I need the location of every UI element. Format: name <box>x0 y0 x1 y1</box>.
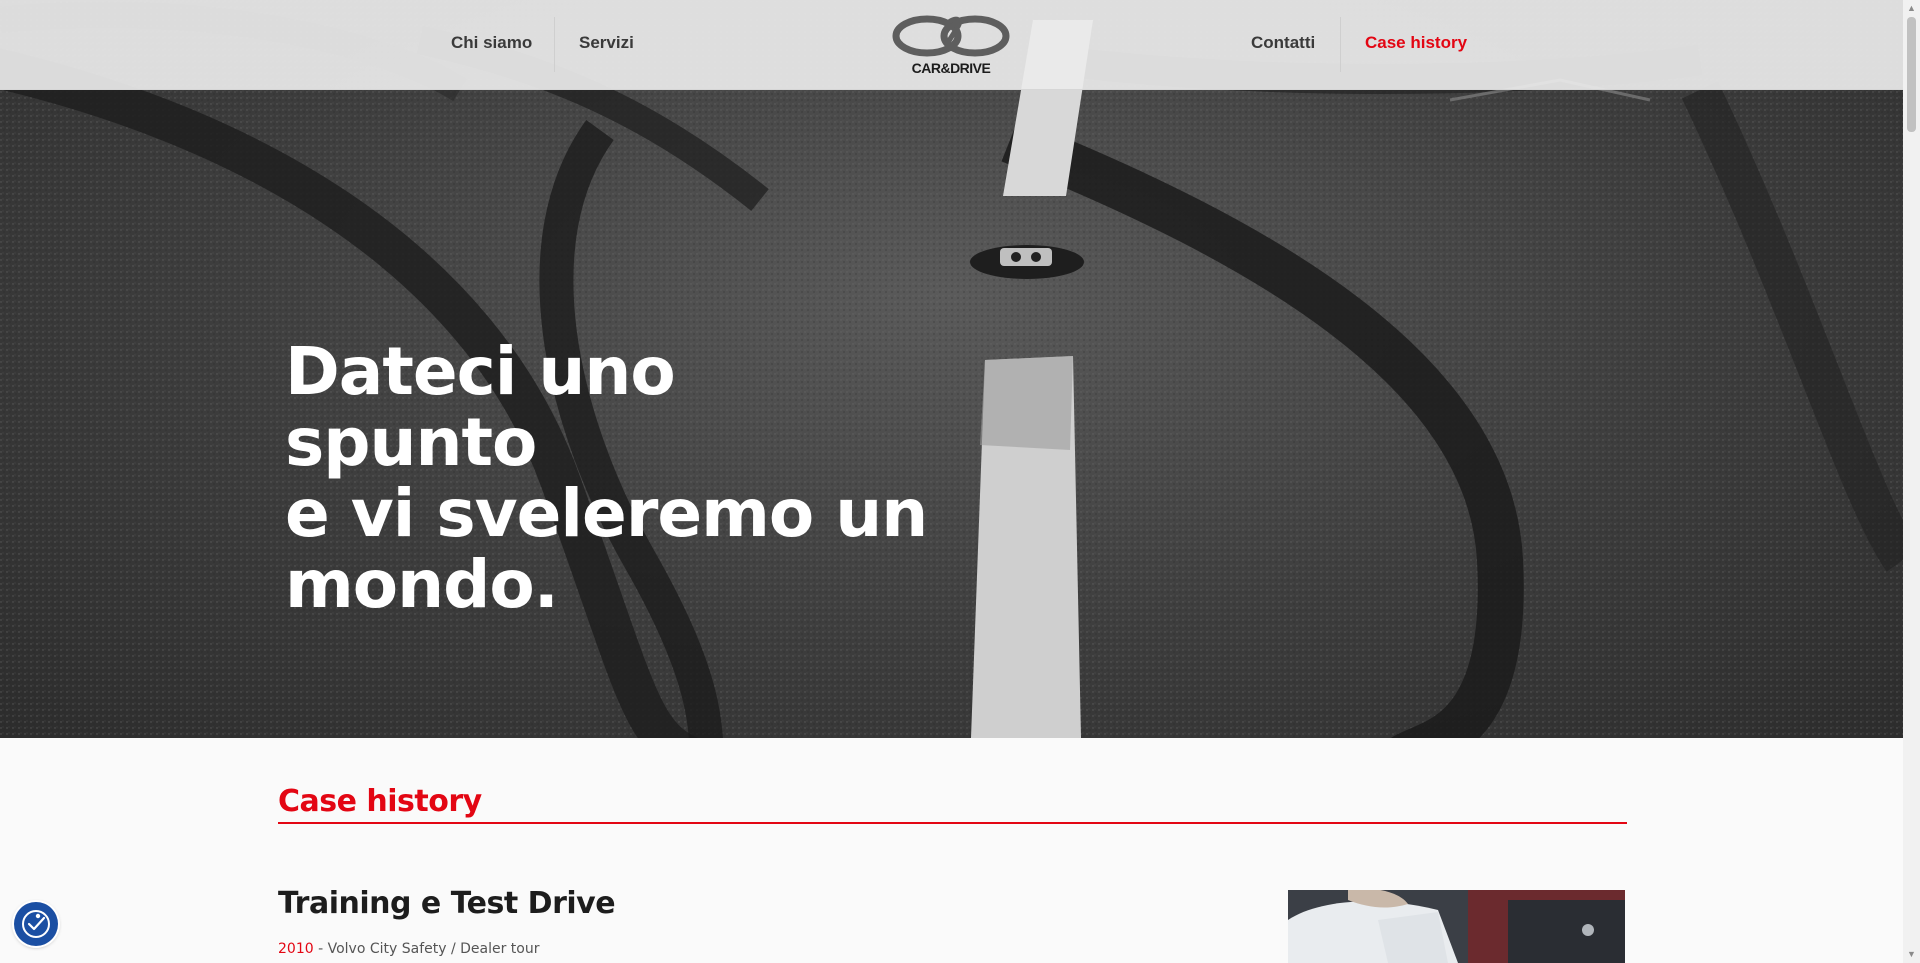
accessibility-icon <box>22 910 50 938</box>
site-header: Chi siamo Servizi CAR&DRIVE Contatti Cas… <box>0 0 1903 90</box>
site-logo[interactable]: CAR&DRIVE <box>891 14 1011 80</box>
section-divider <box>278 822 1627 824</box>
hero-headline: Dateci uno spunto e vi sveleremo un mond… <box>285 333 928 623</box>
accessibility-button[interactable] <box>14 902 58 946</box>
case-thumbnail-image[interactable] <box>1288 890 1625 963</box>
hero-line: spunto <box>285 404 537 481</box>
nav-link-chi-siamo[interactable]: Chi siamo <box>451 33 532 53</box>
logo-rings-icon <box>892 15 1010 57</box>
nav-link-contatti[interactable]: Contatti <box>1251 33 1315 53</box>
scroll-down-arrow-icon[interactable]: ▼ <box>1903 946 1920 963</box>
case-title: Training e Test Drive <box>278 886 616 921</box>
page-scrollbar[interactable]: ▲ ▼ <box>1903 0 1920 963</box>
nav-link-case-history[interactable]: Case history <box>1365 33 1467 53</box>
logo-wordmark: CAR&DRIVE <box>911 60 991 76</box>
case-description: Volvo City Safety / Dealer tour <box>327 941 540 957</box>
case-meta: 2010 - Volvo City Safety / Dealer tour <box>278 941 540 957</box>
case-separator: - <box>313 941 328 957</box>
scroll-up-arrow-icon[interactable]: ▲ <box>1903 0 1920 17</box>
hero-banner: Dateci uno spunto e vi sveleremo un mond… <box>0 0 1903 738</box>
nav-link-servizi[interactable]: Servizi <box>579 33 634 53</box>
hero-line: mondo. <box>285 546 559 623</box>
hero-line: e vi sveleremo un <box>285 475 928 552</box>
nav-divider <box>1340 17 1341 72</box>
case-photo <box>1288 890 1625 963</box>
case-year: 2010 <box>278 941 314 957</box>
hero-line: Dateci uno <box>285 333 676 410</box>
section-title: Case history <box>278 784 482 819</box>
scroll-thumb[interactable] <box>1907 17 1916 132</box>
nav-divider <box>554 17 555 72</box>
